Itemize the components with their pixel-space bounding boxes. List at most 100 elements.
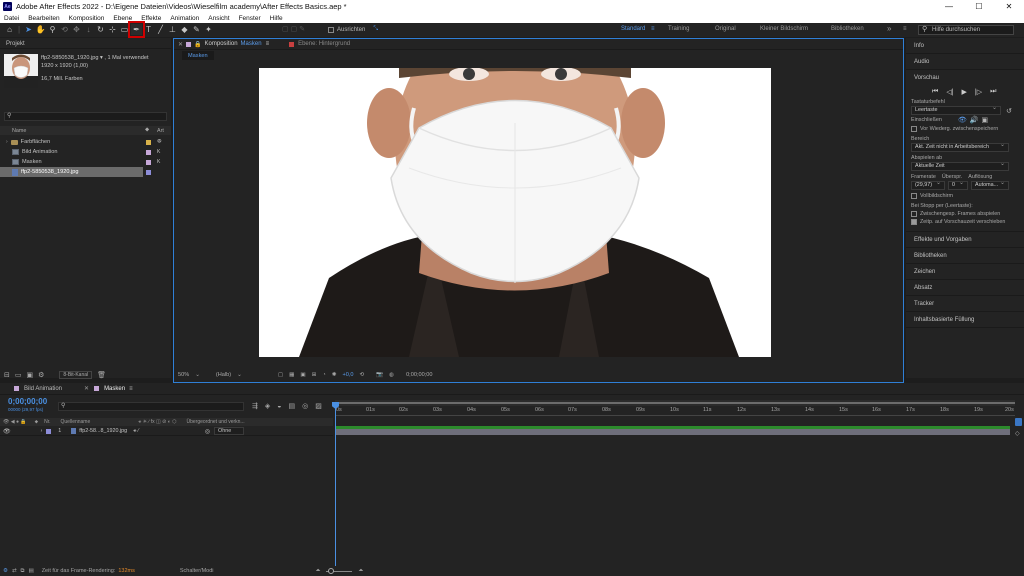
column-nr[interactable]: Nr. [44, 419, 50, 425]
roto-brush-icon[interactable]: ✎ [191, 24, 202, 35]
label-column-icon[interactable]: ⬥ [35, 419, 39, 425]
tab-menu-icon[interactable]: ≡ [266, 41, 270, 47]
fullscreen-checkbox[interactable] [911, 192, 917, 199]
layer-name[interactable]: ffp2-58...8_1920.jpg [79, 428, 127, 434]
include-overlays-icon[interactable]: ▣ [981, 116, 988, 124]
reset-icon[interactable]: ↺ [1006, 107, 1012, 115]
menu-komposition[interactable]: Komposition [69, 15, 105, 22]
frame-blending-icon[interactable]: ▤ [289, 402, 296, 410]
label-color-swatch[interactable] [146, 139, 151, 145]
close-button[interactable]: ✕ [994, 0, 1024, 13]
toggle-icon[interactable]: ⇄ [12, 568, 17, 574]
layer-switches[interactable]: ⚹ ∕ [133, 428, 139, 435]
zoom-out-icon[interactable]: ⏶ [316, 568, 321, 575]
tab-menu-icon[interactable]: ≡ [129, 386, 133, 392]
flow-icon[interactable]: ⧉ [21, 568, 25, 575]
label-column-icon[interactable]: ⬥ [145, 127, 149, 134]
effects-presets-section[interactable]: Effekte und Vorgaben [906, 232, 1024, 248]
label-color-swatch[interactable] [146, 149, 151, 155]
skip-dropdown[interactable]: 0 [948, 180, 968, 190]
exposure-value[interactable]: +0,0 [342, 372, 353, 378]
timeline-zoom-slider[interactable] [326, 567, 353, 574]
hand-tool-icon[interactable]: ✋ [35, 24, 46, 35]
transparency-grid-icon[interactable]: ▦ [289, 372, 294, 378]
menu-bearbeiten[interactable]: Bearbeiten [28, 15, 59, 22]
lock-icon[interactable]: 🔒 [194, 41, 201, 48]
snap-options-icon[interactable]: ⤡ [373, 26, 378, 33]
snap-icon-2[interactable]: ▢ [291, 25, 298, 33]
layer-label-swatch[interactable] [46, 428, 52, 434]
keyframe-nav-icon[interactable]: ◇ [1015, 430, 1020, 437]
resolution-dropdown[interactable]: Automa... [971, 180, 1009, 190]
project-item-farbflaechen[interactable]: › Farbflächen ꔮ [0, 137, 171, 147]
cache-frames-checkbox[interactable] [911, 210, 917, 217]
selection-tool-icon[interactable]: ➤ [23, 24, 34, 35]
play-icon[interactable]: ▶ [962, 88, 967, 96]
layer-row[interactable]: 👁 › 1 ffp2-58...8_1920.jpg ⚹ ∕ ◎ Ohne [0, 427, 333, 436]
pen-tool-icon[interactable]: ✒ [128, 21, 145, 38]
column-parent[interactable]: Übergeordnet und verkn... [187, 419, 245, 425]
menu-effekte[interactable]: Effekte [141, 15, 161, 22]
workspace-menu-icon-2[interactable]: ≡ [903, 26, 907, 32]
tracker-section[interactable]: Tracker [906, 296, 1024, 312]
chevron-down-icon[interactable]: ⌄ [195, 372, 200, 378]
workspace-standard[interactable]: Standard [621, 26, 645, 32]
align-checkbox[interactable] [328, 26, 334, 33]
snapshot-icon[interactable]: 📷 [376, 372, 383, 378]
type-tool-icon[interactable]: T [143, 24, 154, 35]
workspace-training[interactable]: Training [668, 26, 689, 32]
chevron-down-icon[interactable]: ⌄ [237, 372, 242, 378]
puppet-pin-icon[interactable]: ✦ [203, 24, 214, 35]
channel-icon[interactable]: ◔ [322, 372, 325, 378]
trash-icon[interactable]: 🗑 [97, 371, 106, 379]
comp-timecode[interactable]: 0;00;00;00 [406, 372, 432, 378]
anchor-point-tool-icon[interactable]: ⊹ [107, 24, 118, 35]
menu-ansicht[interactable]: Ansicht [208, 15, 229, 22]
rectangle-tool-icon[interactable]: ▭ [119, 24, 130, 35]
shortcut-dropdown[interactable]: Leertaste [911, 105, 1001, 115]
motion-blur-icon[interactable]: ◎ [302, 402, 308, 410]
zoom-tool-icon[interactable]: ⚲ [47, 24, 58, 35]
project-item-masken[interactable]: Masken K [0, 157, 171, 167]
orbit-camera-icon[interactable]: ⟲ [59, 24, 70, 35]
dolly-camera-icon[interactable]: ↓ [83, 24, 94, 35]
column-name[interactable]: Name [12, 128, 26, 134]
mask-visibility-icon[interactable]: ▣ [300, 372, 305, 378]
zoom-dropdown[interactable]: 50% [178, 372, 189, 378]
comp-mini-flowchart-icon[interactable]: ⇶ [252, 402, 258, 410]
expand-arrow-icon[interactable]: › [6, 139, 8, 145]
masken-subtab[interactable]: Masken [182, 51, 214, 60]
workspace-libraries[interactable]: Bibliotheken [831, 26, 864, 32]
bpc-label[interactable]: 8-Bit-Kanal [59, 371, 93, 379]
layer-tab[interactable]: Ebene: Hintergrund [298, 41, 350, 47]
region-of-interest-icon[interactable]: ▢ [278, 372, 283, 378]
playfrom-dropdown[interactable]: Aktuelle Zeit [911, 161, 1009, 171]
playhead-line[interactable] [335, 404, 336, 566]
label-color-swatch[interactable] [146, 169, 151, 175]
column-source-name[interactable]: Quellenname [61, 419, 91, 425]
expand-arrow-icon[interactable]: › [41, 428, 43, 434]
range-dropdown[interactable]: Akt. Zeit nicht in Arbeitsbereich [911, 142, 1009, 152]
workspace-original[interactable]: Original [715, 26, 736, 32]
menu-animation[interactable]: Animation [170, 15, 199, 22]
project-search-input[interactable]: ⚲ [4, 112, 167, 121]
settings-icon[interactable]: ⚙ [38, 371, 44, 379]
color-management-icon[interactable]: ✺ [332, 372, 337, 378]
libraries-section[interactable]: Bibliotheken [906, 248, 1024, 264]
snap-icon[interactable]: ▢ [282, 25, 289, 33]
workspace-small-screen[interactable]: Kleiner Bildschirm [760, 26, 808, 32]
draft-3d-icon[interactable]: ◈ [265, 402, 270, 410]
composition-tab-prefix[interactable]: Komposition [205, 41, 238, 47]
zoom-slider-thumb[interactable] [328, 567, 335, 574]
close-tab-icon[interactable]: ✕ [178, 41, 183, 48]
graph-editor-icon[interactable]: ▨ [315, 402, 322, 410]
clone-stamp-icon[interactable]: ⊥ [167, 24, 178, 35]
column-type[interactable]: Art [157, 128, 164, 134]
timeline-timecode[interactable]: 0;00;00;00 [8, 397, 47, 406]
reset-exposure-icon[interactable]: ⟲ [360, 372, 365, 378]
rotate-tool-icon[interactable]: ↻ [95, 24, 106, 35]
workspace-overflow-button[interactable]: » [887, 24, 891, 33]
shy-layers-icon[interactable]: ◒ [277, 403, 281, 410]
menu-hilfe[interactable]: Hilfe [270, 15, 283, 22]
project-item-bild-animation[interactable]: Bild Animation K [0, 147, 171, 157]
